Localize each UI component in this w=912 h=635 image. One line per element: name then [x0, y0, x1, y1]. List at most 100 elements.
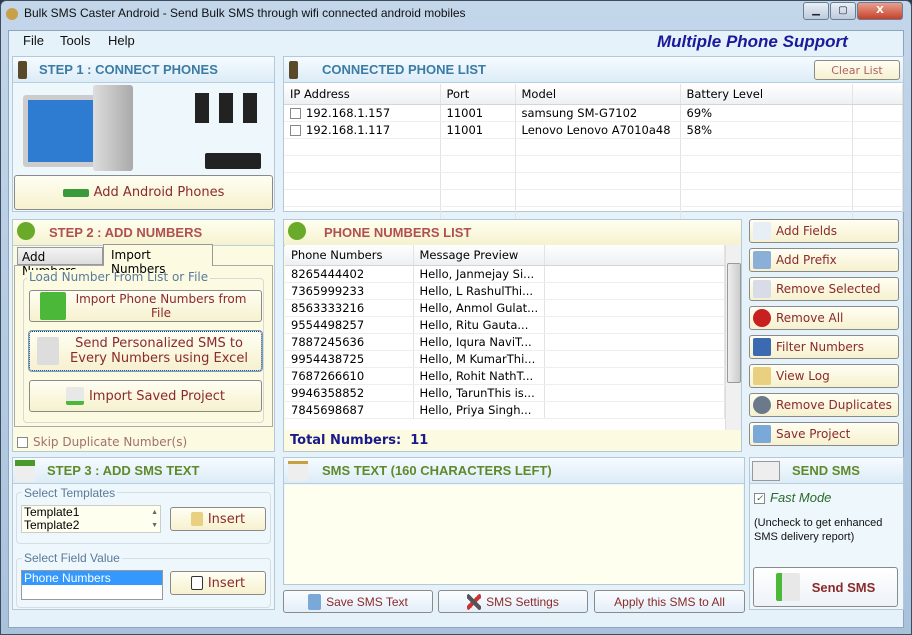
- col-preview[interactable]: Message Preview: [413, 245, 546, 266]
- remove-duplicates-icon: [753, 396, 771, 414]
- templates-listbox[interactable]: Template1 Template2 ▲ ▼: [21, 505, 161, 533]
- field-item-selected[interactable]: Phone Numbers: [22, 571, 162, 585]
- tools-icon: [467, 593, 482, 610]
- button-label: Add Fields: [776, 224, 837, 238]
- cell-ip: 192.168.1.117: [284, 121, 441, 139]
- empty-cell: [852, 189, 903, 207]
- add-fields-icon: [753, 222, 771, 240]
- col-port[interactable]: Port: [440, 84, 516, 105]
- tab-add-numbers[interactable]: Add Numbers: [17, 247, 103, 278]
- col-battery[interactable]: Battery Level: [680, 84, 853, 105]
- table-row[interactable]: 9954438725 Hello, M KumarThi...: [285, 350, 725, 368]
- save-sms-text-button[interactable]: Save SMS Text: [283, 590, 433, 613]
- checkbox[interactable]: [17, 437, 28, 448]
- view-log-button[interactable]: View Log: [749, 364, 899, 388]
- template-item[interactable]: Template2: [24, 519, 160, 532]
- cell-phone: 7365999233: [285, 282, 414, 300]
- hand-pointer-icon: [17, 222, 35, 240]
- col-ip[interactable]: IP Address: [284, 84, 441, 105]
- row-checkbox[interactable]: [290, 124, 301, 136]
- table-row[interactable]: [284, 155, 903, 173]
- empty-cell: [515, 189, 681, 207]
- minimize-button[interactable]: ▁: [803, 2, 829, 20]
- scroll-arrows-icon[interactable]: ▲ ▼: [151, 506, 158, 532]
- fast-mode-checkbox[interactable]: ✓ Fast Mode: [754, 490, 831, 505]
- cell-phone: 8265444402: [285, 265, 414, 283]
- total-label: Total Numbers:: [290, 433, 402, 448]
- vertical-scrollbar[interactable]: [725, 245, 741, 430]
- table-row[interactable]: 7887245636 Hello, Iqura NaviT...: [285, 333, 725, 351]
- menu-tools[interactable]: Tools: [60, 33, 90, 48]
- step3-panel: STEP 3 : ADD SMS TEXT Select Templates T…: [12, 457, 275, 610]
- col-model[interactable]: Model: [515, 84, 681, 105]
- maximize-button[interactable]: ▢: [830, 2, 856, 20]
- menu-help[interactable]: Help: [108, 33, 135, 48]
- remove-selected-button[interactable]: Remove Selected: [749, 277, 899, 301]
- button-label: Add Prefix: [776, 253, 837, 267]
- clear-list-button[interactable]: Clear List: [814, 60, 900, 80]
- empty-cell: [680, 155, 853, 173]
- send-title: SEND SMS: [792, 463, 860, 478]
- empty-cell: [852, 155, 903, 173]
- send-header: SEND SMS: [750, 458, 903, 484]
- checkbox[interactable]: ✓: [754, 493, 765, 505]
- table-header: Phone Numbers Message Preview: [285, 245, 725, 266]
- save-project-button[interactable]: Save Project: [749, 422, 899, 446]
- sms-settings-button[interactable]: SMS Settings: [438, 590, 588, 613]
- tab-import-numbers[interactable]: Import Numbers: [103, 244, 213, 276]
- add-prefix-icon: [753, 251, 771, 269]
- empty-cell: [284, 155, 441, 173]
- view-log-icon: [753, 367, 771, 385]
- remove-all-button[interactable]: Remove All: [749, 306, 899, 330]
- cell-text: 11001: [446, 105, 484, 120]
- button-label: Filter Numbers: [776, 340, 864, 354]
- insert-template-button[interactable]: Insert: [170, 507, 266, 531]
- table-row[interactable]: 7365999233 Hello, L RashulThi...: [285, 282, 725, 300]
- close-button[interactable]: X: [857, 2, 903, 20]
- excel-document-icon: [37, 337, 59, 365]
- add-prefix-button[interactable]: Add Prefix: [749, 248, 899, 272]
- import-file-button[interactable]: Import Phone Numbers from File: [29, 290, 262, 322]
- excel-sms-label: Send Personalized SMS to Every Numbers u…: [70, 336, 248, 366]
- table-row[interactable]: 7687266610 Hello, Rohit NathT...: [285, 367, 725, 385]
- table-row[interactable]: [284, 138, 903, 156]
- empty-cell: [440, 155, 516, 173]
- table-row[interactable]: 9946358852 Hello, TarunThis is...: [285, 384, 725, 402]
- app-icon: [6, 7, 18, 20]
- table-row[interactable]: 9554498257 Hello, Ritu Gauta...: [285, 316, 725, 334]
- cell-text: 69%: [686, 105, 713, 120]
- table-row[interactable]: 192.168.1.157 11001 samsung SM-G7102 69%: [284, 104, 903, 122]
- table-row[interactable]: 192.168.1.117 11001 Lenovo Lenovo A7010a48…: [284, 121, 903, 139]
- empty-cell: [515, 138, 681, 156]
- import-project-button[interactable]: Import Saved Project: [29, 380, 262, 412]
- row-checkbox[interactable]: [290, 107, 301, 119]
- menu-file[interactable]: File: [23, 33, 44, 48]
- scrollbar-thumb[interactable]: [727, 263, 741, 383]
- tab-content: Load Number From List or File Import Pho…: [14, 265, 273, 427]
- empty-cell: [544, 333, 725, 351]
- col-phone[interactable]: Phone Numbers: [285, 245, 414, 266]
- cell-phone: 9946358852: [285, 384, 414, 402]
- add-document-icon: [15, 460, 35, 482]
- table-row[interactable]: 7845698687 Hello, Priya Singh...: [285, 401, 725, 419]
- cell-model: Lenovo Lenovo A7010a48: [515, 121, 681, 139]
- table-row[interactable]: 8265444402 Hello, Janmejay Si...: [285, 265, 725, 283]
- add-fields-button[interactable]: Add Fields: [749, 219, 899, 243]
- remove-duplicates-button[interactable]: Remove Duplicates: [749, 393, 899, 417]
- send-sms-button[interactable]: Send SMS: [753, 567, 898, 607]
- pc-tower-icon: [93, 85, 133, 171]
- cell-text: samsung SM-G7102: [521, 105, 638, 120]
- apply-sms-all-button[interactable]: Apply this SMS to All: [594, 590, 745, 613]
- filter-numbers-icon: [753, 338, 771, 356]
- table-row[interactable]: [284, 172, 903, 190]
- table-row[interactable]: [284, 189, 903, 207]
- insert-field-button[interactable]: Insert: [170, 571, 266, 595]
- sms-text-input[interactable]: [285, 485, 743, 584]
- table-row[interactable]: 8563333216 Hello, Anmol Gulat...: [285, 299, 725, 317]
- field-listbox[interactable]: Phone Numbers: [21, 570, 163, 600]
- filter-numbers-button[interactable]: Filter Numbers: [749, 335, 899, 359]
- add-android-phones-button[interactable]: Add Android Phones: [14, 175, 273, 210]
- excel-sms-button[interactable]: Send Personalized SMS to Every Numbers u…: [28, 330, 263, 372]
- hand-pointer-icon: [288, 222, 306, 240]
- skip-duplicates-checkbox[interactable]: Skip Duplicate Number(s): [17, 435, 187, 449]
